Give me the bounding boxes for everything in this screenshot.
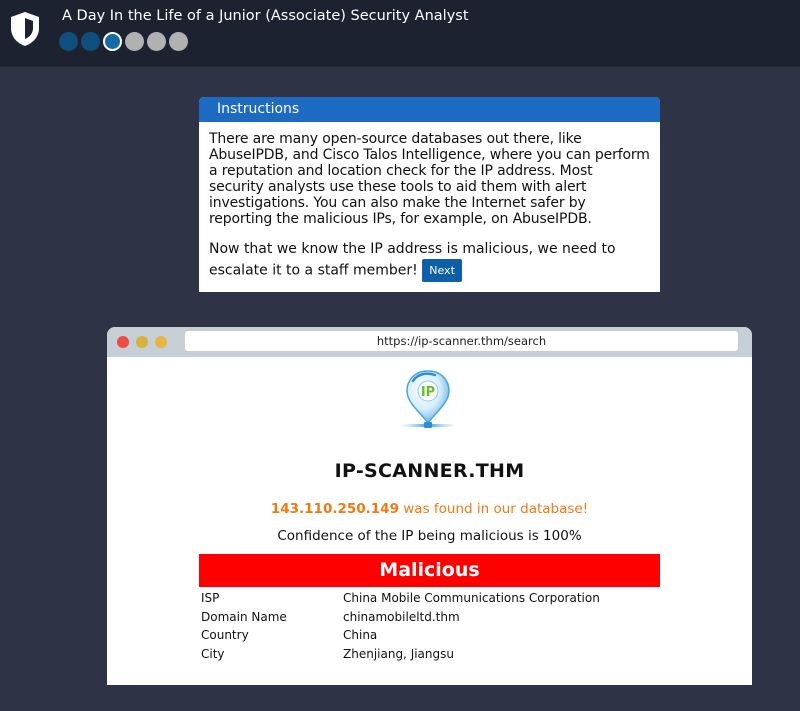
minimize-window-dot[interactable]	[136, 336, 148, 348]
instructions-heading: Instructions	[199, 97, 660, 122]
step-4-indicator[interactable]	[125, 32, 144, 51]
confidence-text: Confidence of the IP being malicious is …	[277, 528, 582, 544]
details-value: Zhenjiang, Jiangsu	[343, 646, 454, 661]
details-row-isp: ISP China Mobile Communications Corporat…	[201, 589, 661, 608]
logo-ip-text: IP	[421, 385, 435, 400]
found-message: 143.110.250.149 was found in our databas…	[107, 501, 752, 517]
ip-address: 143.110.250.149	[270, 501, 399, 517]
details-key: Domain Name	[201, 609, 287, 624]
close-window-dot[interactable]	[117, 336, 129, 348]
step-5-indicator[interactable]	[147, 32, 166, 51]
instructions-paragraph-1: There are many open-source databases out…	[209, 131, 650, 227]
details-key: Country	[201, 628, 249, 642]
ip-details-table: ISP China Mobile Communications Corporat…	[201, 589, 661, 663]
step-3-indicator[interactable]	[103, 32, 122, 51]
details-row-city: City Zhenjiang, Jiangsu	[201, 645, 661, 664]
instructions-panel: Instructions There are many open-source …	[199, 97, 660, 292]
details-value: China	[343, 628, 378, 642]
details-value: chinamobileltd.thm	[343, 609, 460, 624]
instructions-body: There are many open-source databases out…	[199, 122, 660, 292]
details-value: China Mobile Communications Corporation	[343, 591, 600, 605]
maximize-window-dot[interactable]	[155, 336, 167, 348]
step-1-indicator[interactable]	[59, 32, 78, 51]
next-button[interactable]: Next	[422, 259, 462, 282]
shield-icon	[11, 12, 39, 46]
browser-window: https://ip-scanner.thm/search IP IP-SCAN…	[107, 327, 752, 685]
details-row-domain: Domain Name chinamobileltd.thm	[201, 608, 661, 627]
details-key: ISP	[201, 591, 220, 605]
step-6-indicator[interactable]	[169, 32, 188, 51]
details-row-country: Country China	[201, 626, 661, 645]
browser-titlebar: https://ip-scanner.thm/search	[107, 327, 752, 357]
address-bar[interactable]: https://ip-scanner.thm/search	[185, 331, 738, 351]
instructions-paragraph-2: Now that we know the IP address is malic…	[209, 239, 650, 282]
step-2-indicator[interactable]	[81, 32, 100, 51]
verdict-banner: Malicious	[199, 554, 660, 587]
found-message-text: was found in our database!	[398, 501, 589, 517]
instructions-paragraph-2-text: Now that we know the IP address is malic…	[209, 241, 616, 279]
top-bar: A Day In the Life of a Junior (Associate…	[0, 0, 800, 66]
site-title: IP-SCANNER.THM	[334, 460, 525, 482]
details-key: City	[201, 646, 225, 661]
room-title: A Day In the Life of a Junior (Associate…	[62, 8, 469, 24]
ip-location-logo-icon: IP	[399, 370, 457, 428]
progress-steps	[59, 32, 188, 51]
